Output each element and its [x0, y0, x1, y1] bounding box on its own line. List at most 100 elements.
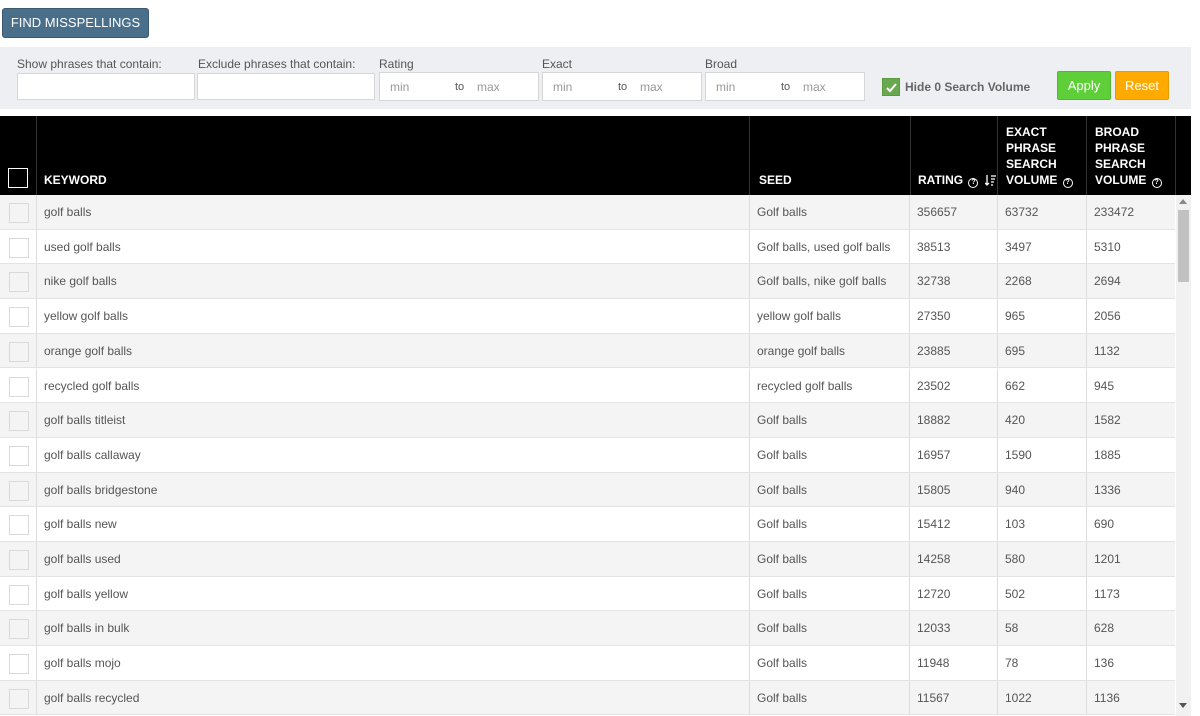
rating-cell: 356657	[917, 205, 958, 219]
column-header-keyword[interactable]: KEYWORD	[44, 172, 107, 188]
broad-min-input[interactable]: min	[716, 80, 735, 94]
rating-cell: 38513	[917, 239, 951, 254]
exact-volume-cell: 940	[1005, 482, 1026, 497]
keyword-table: KEYWORD SEED RATING ? EXACT PHRASE SEARC…	[0, 116, 1191, 716]
broad-max-input[interactable]: max	[803, 80, 826, 94]
column-header-seed[interactable]: SEED	[759, 172, 792, 188]
table-row[interactable]: golf balls new Golf balls 15412 103 690	[0, 507, 1175, 542]
table-row[interactable]: golf balls mojo Golf balls 11948 78 136	[0, 646, 1175, 681]
scroll-thumb[interactable]	[1178, 210, 1189, 282]
row-checkbox[interactable]	[9, 688, 29, 709]
exact-volume-cell: 695	[1005, 343, 1026, 358]
column-header-broad[interactable]: BROAD PHRASE SEARCH VOLUME ?	[1095, 124, 1162, 188]
row-checkbox[interactable]	[9, 480, 29, 501]
keyword-cell: yellow golf balls	[44, 309, 129, 324]
seed-cell: Golf balls	[757, 656, 808, 671]
find-misspellings-button[interactable]: FIND MISSPELLINGS	[2, 8, 149, 38]
table-row[interactable]: orange golf balls orange golf balls 23885 6…	[0, 333, 1175, 369]
rating-to-label: to	[455, 81, 465, 93]
rating-cell: 15412	[917, 517, 951, 532]
seed-cell: Golf balls	[757, 205, 808, 219]
table-row[interactable]: recycled golf balls recycled golf balls 23…	[0, 368, 1175, 404]
table-scrollbar[interactable]	[1176, 195, 1191, 716]
broad-volume-cell: 1336	[1094, 482, 1121, 497]
table-row[interactable]: used golf balls Golf balls, used golf bal…	[0, 229, 1175, 265]
broad-volume-cell: 2056	[1094, 309, 1121, 324]
table-row[interactable]: golf balls titleist Golf balls 18882 420 158…	[0, 403, 1175, 438]
row-checkbox[interactable]	[9, 411, 29, 432]
row-checkbox[interactable]	[9, 445, 29, 466]
apply-button[interactable]: Apply	[1057, 71, 1111, 100]
exact-header-line3: SEARCH	[1006, 157, 1057, 171]
seed-cell: Golf balls	[757, 482, 808, 497]
broad-to-label: to	[781, 81, 791, 93]
row-checkbox[interactable]	[9, 341, 29, 362]
keyword-cell: golf balls callaway	[44, 447, 141, 462]
broad-range: min to max	[705, 72, 865, 101]
broad-volume-cell: 136	[1094, 656, 1115, 671]
rating-min-input[interactable]: min	[390, 80, 409, 94]
row-checkbox[interactable]	[9, 376, 29, 397]
table-row[interactable]: golf balls used Golf balls 14258 580 1201	[0, 542, 1175, 577]
table-row[interactable]: golf balls yellow Golf balls 12720 502 1173	[0, 576, 1175, 612]
exact-volume-cell: 3497	[1005, 239, 1032, 254]
keyword-cell: golf balls mojo	[44, 656, 121, 671]
table-row[interactable]: golf balls in bulk Golf balls 12033 58 628	[0, 611, 1175, 647]
broad-header-line4: VOLUME	[1095, 173, 1147, 187]
table-row[interactable]: golf balls callaway Golf balls 16957 1590 18…	[0, 437, 1175, 473]
row-checkbox[interactable]	[9, 654, 29, 675]
show-phrases-input[interactable]	[17, 73, 195, 100]
row-checkbox[interactable]	[9, 515, 29, 536]
row-checkbox[interactable]	[9, 237, 29, 258]
scroll-down-icon[interactable]	[1179, 703, 1187, 708]
row-checkbox[interactable]	[9, 619, 29, 640]
hide-zero-checkbox[interactable]	[882, 78, 900, 96]
table-row[interactable]: yellow golf balls yellow golf balls 27350 9…	[0, 299, 1175, 334]
exact-volume-cell: 58	[1005, 621, 1019, 636]
exclude-phrases-input[interactable]	[197, 73, 375, 100]
seed-cell: Golf balls, used golf balls	[757, 239, 891, 254]
table-row[interactable]: golf balls bridgestone Golf balls 15805 940…	[0, 472, 1175, 508]
keyword-cell: golf balls bridgestone	[44, 482, 158, 497]
row-checkbox[interactable]	[9, 584, 29, 605]
column-header-exact[interactable]: EXACT PHRASE SEARCH VOLUME ?	[1006, 124, 1073, 188]
row-checkbox[interactable]	[9, 307, 29, 328]
exact-volume-cell: 420	[1005, 413, 1026, 428]
keyword-cell: golf balls new	[44, 517, 117, 532]
row-checkbox[interactable]	[9, 203, 29, 223]
help-icon[interactable]: ?	[1151, 178, 1162, 188]
keyword-cell: golf balls yellow	[44, 586, 129, 601]
sort-descending-icon[interactable]	[984, 174, 996, 186]
keyword-cell: nike golf balls	[44, 274, 117, 289]
broad-volume-cell: 690	[1094, 517, 1115, 532]
help-icon[interactable]: ?	[1062, 178, 1073, 188]
row-checkbox[interactable]	[9, 550, 29, 570]
rating-cell: 16957	[917, 447, 951, 462]
rating-cell: 12720	[917, 586, 951, 601]
exact-min-input[interactable]: min	[553, 80, 572, 94]
keyword-cell: golf balls in bulk	[44, 621, 130, 636]
table-row[interactable]: golf balls recycled Golf balls 11567 1022 11…	[0, 680, 1175, 716]
table-row[interactable]: golf balls Golf balls 356657 63732 233472	[0, 195, 1175, 230]
table-row[interactable]: nike golf balls Golf balls, nike golf bal…	[0, 264, 1175, 300]
keyword-cell: orange golf balls	[44, 343, 133, 358]
seed-cell: Golf balls	[757, 690, 808, 705]
column-header-rating[interactable]: RATING ?	[918, 172, 996, 188]
rating-cell: 15805	[917, 482, 951, 497]
exact-volume-cell: 965	[1005, 309, 1026, 324]
rating-filter-label: Rating	[379, 57, 414, 71]
seed-cell: Golf balls	[757, 517, 808, 532]
broad-filter-label: Broad	[705, 57, 738, 71]
seed-cell: Golf balls	[757, 621, 808, 636]
seed-cell: orange golf balls	[757, 343, 846, 358]
rating-cell: 11567	[917, 690, 950, 705]
reset-button[interactable]: Reset	[1115, 71, 1169, 100]
exact-header-line4: VOLUME	[1006, 173, 1058, 187]
row-checkbox[interactable]	[9, 272, 29, 293]
exact-filter-label: Exact	[542, 57, 573, 71]
scroll-up-icon[interactable]	[1179, 199, 1187, 204]
rating-max-input[interactable]: max	[477, 80, 500, 94]
select-all-checkbox[interactable]	[8, 168, 28, 188]
help-icon[interactable]: ?	[968, 178, 979, 188]
exact-max-input[interactable]: max	[640, 80, 663, 94]
